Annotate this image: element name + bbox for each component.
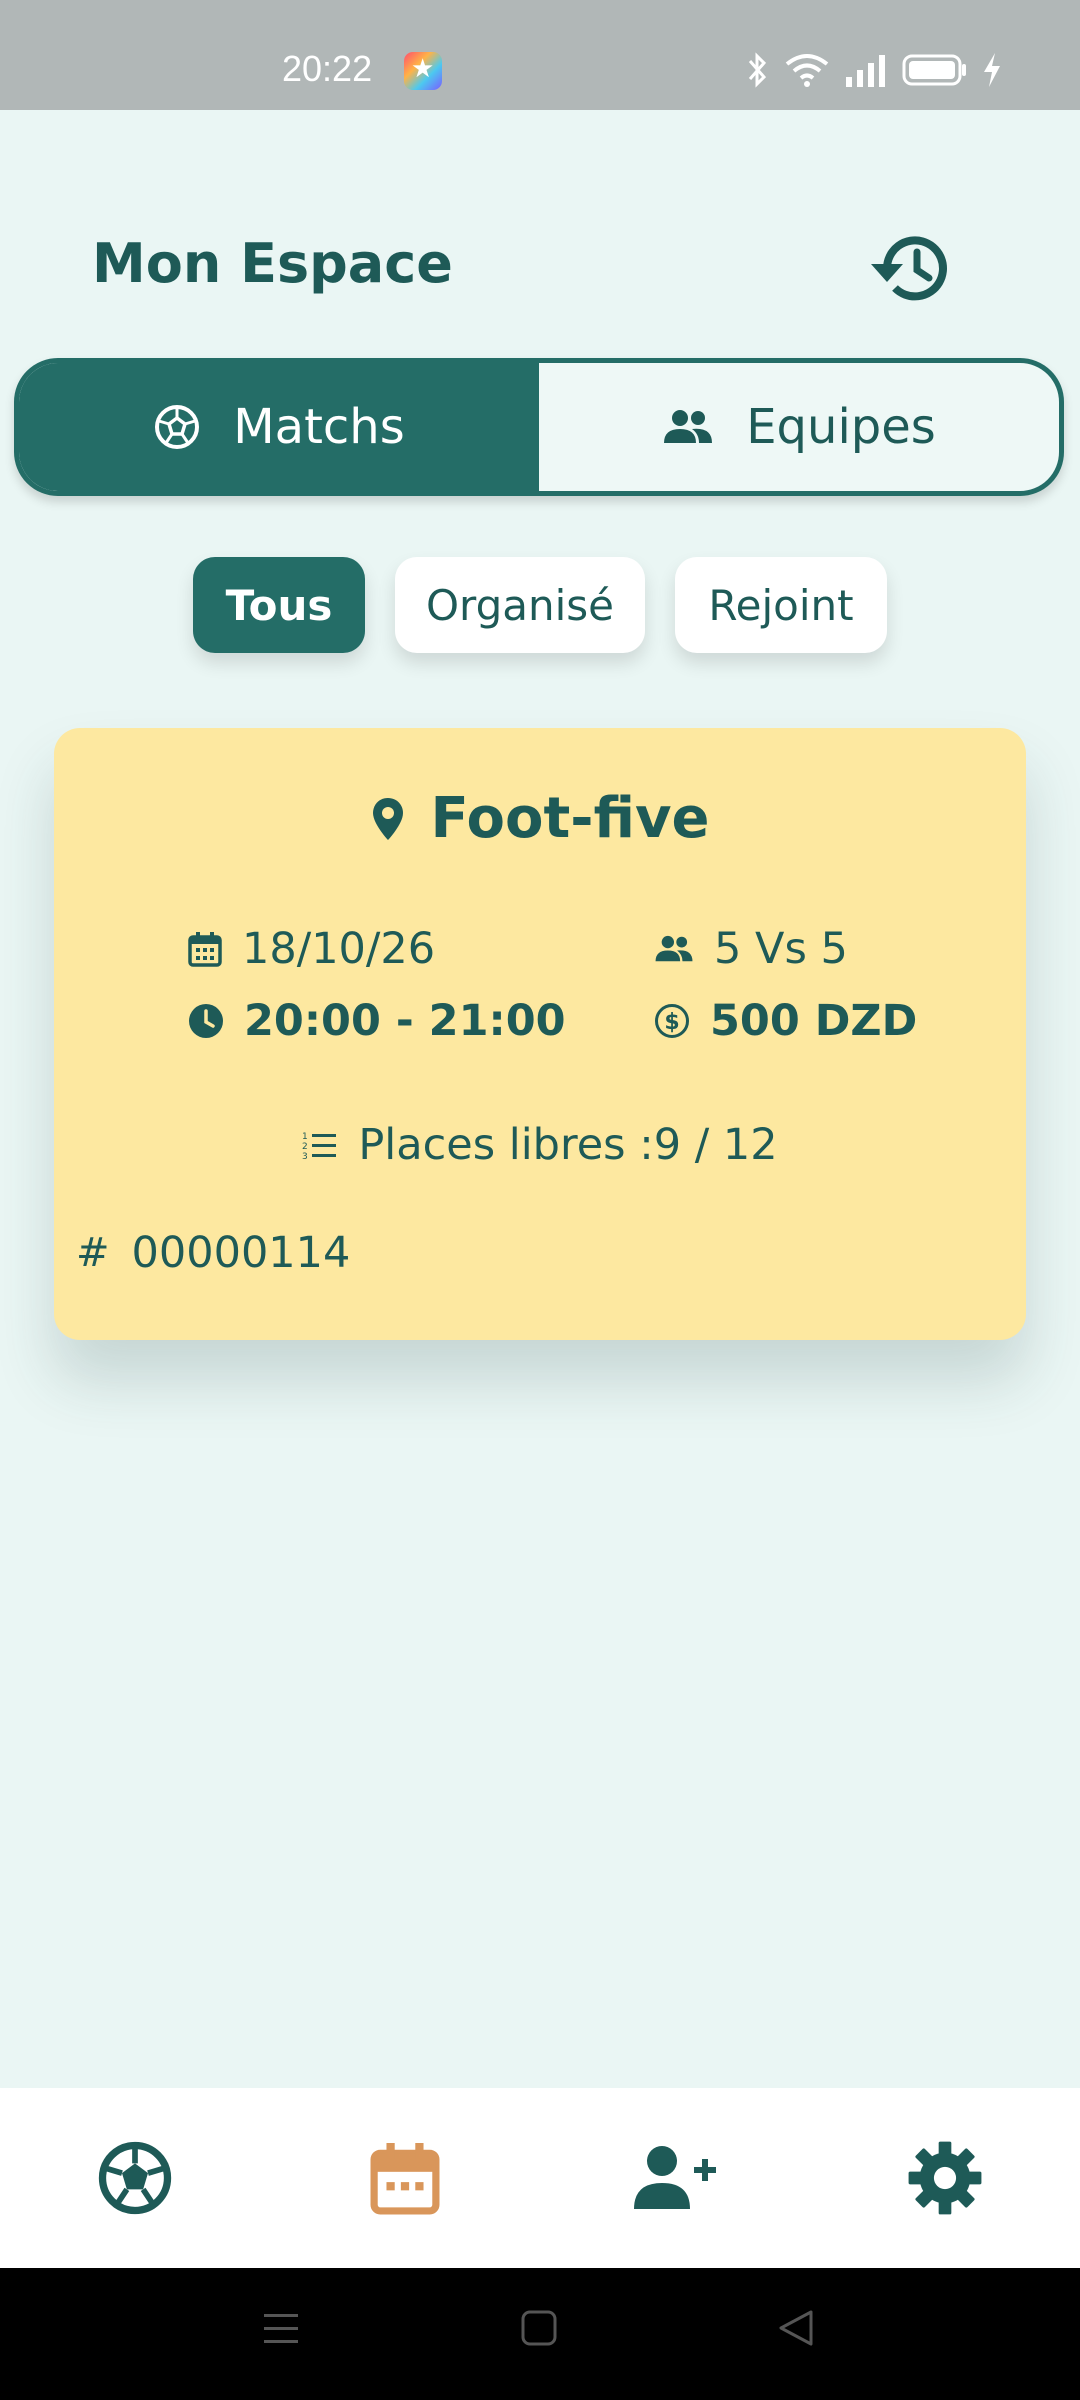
match-format-value: 5 Vs 5 bbox=[714, 924, 848, 974]
match-location: Foot-five bbox=[54, 786, 1026, 851]
match-id: # 00000114 bbox=[76, 1228, 350, 1278]
battery-icon bbox=[902, 54, 966, 86]
tab-equipes[interactable]: Equipes bbox=[539, 363, 1059, 491]
list-icon: 1 2 3 bbox=[302, 1132, 337, 1160]
gear-icon bbox=[908, 2141, 982, 2215]
system-nav-bar bbox=[0, 2268, 1080, 2400]
history-icon bbox=[871, 236, 947, 301]
menu-icon[interactable] bbox=[262, 2308, 300, 2348]
status-icons bbox=[746, 50, 1002, 90]
status-time: 20:22 bbox=[282, 48, 373, 89]
match-date: 18/10/26 bbox=[188, 924, 435, 974]
soccer-ball-icon bbox=[98, 2141, 172, 2215]
app-star-icon bbox=[404, 52, 442, 90]
page-title: Mon Espace bbox=[92, 232, 453, 295]
calendar-icon bbox=[188, 932, 222, 967]
match-price: $ 500 DZD bbox=[654, 996, 917, 1046]
svg-text:$: $ bbox=[664, 1010, 679, 1035]
nav-calendar[interactable] bbox=[270, 2088, 540, 2268]
tab-matchs-label: Matchs bbox=[233, 399, 405, 455]
svg-text:2: 2 bbox=[302, 1142, 308, 1152]
filter-rejoint-chip[interactable]: Rejoint bbox=[675, 557, 887, 653]
filter-chips: Tous Organisé Rejoint bbox=[0, 557, 1080, 653]
match-id-value: 00000114 bbox=[131, 1228, 351, 1278]
signal-icon bbox=[846, 55, 885, 87]
nav-matches[interactable] bbox=[0, 2088, 270, 2268]
back-icon[interactable] bbox=[776, 2308, 816, 2348]
dollar-icon: $ bbox=[655, 1004, 689, 1038]
charging-icon bbox=[984, 53, 1000, 87]
people-icon bbox=[655, 935, 693, 962]
filter-organise-chip[interactable]: Organisé bbox=[395, 557, 645, 653]
people-icon bbox=[664, 410, 713, 443]
match-places: 1 2 3 Places libres :9 / 12 bbox=[54, 1120, 1026, 1170]
location-pin-icon bbox=[372, 797, 403, 840]
match-time: 20:00 - 21:00 bbox=[188, 996, 566, 1046]
calendar-icon bbox=[370, 2143, 440, 2215]
svg-text:1: 1 bbox=[302, 1132, 308, 1142]
nav-settings[interactable] bbox=[810, 2088, 1080, 2268]
nav-add-player[interactable] bbox=[540, 2088, 810, 2268]
history-button[interactable] bbox=[862, 220, 958, 316]
add-user-icon bbox=[634, 2146, 716, 2209]
clock-icon bbox=[189, 1004, 223, 1038]
match-card[interactable]: Foot-five 18/10/26 20:00 - 21:00 5 Vs 5 bbox=[54, 728, 1026, 1340]
match-places-value: Places libres :9 / 12 bbox=[358, 1120, 778, 1170]
tab-switcher: Matchs Equipes bbox=[14, 358, 1064, 496]
tab-matchs[interactable]: Matchs bbox=[19, 363, 539, 491]
match-time-value: 20:00 - 21:00 bbox=[244, 996, 566, 1046]
hash-icon: # bbox=[76, 1230, 110, 1276]
wifi-icon bbox=[785, 54, 829, 87]
tab-equipes-label: Equipes bbox=[746, 399, 936, 455]
home-icon[interactable] bbox=[520, 2308, 558, 2348]
svg-text:3: 3 bbox=[302, 1152, 308, 1160]
bluetooth-icon bbox=[748, 52, 767, 88]
status-bar: 20:22 bbox=[0, 0, 1080, 110]
match-location-label: Foot-five bbox=[430, 786, 710, 851]
match-format: 5 Vs 5 bbox=[654, 924, 848, 974]
bottom-nav bbox=[0, 2088, 1080, 2268]
soccer-ball-icon bbox=[155, 405, 200, 449]
filter-tous-chip[interactable]: Tous bbox=[193, 557, 365, 653]
match-date-value: 18/10/26 bbox=[242, 924, 436, 974]
match-price-value: 500 DZD bbox=[710, 996, 918, 1046]
